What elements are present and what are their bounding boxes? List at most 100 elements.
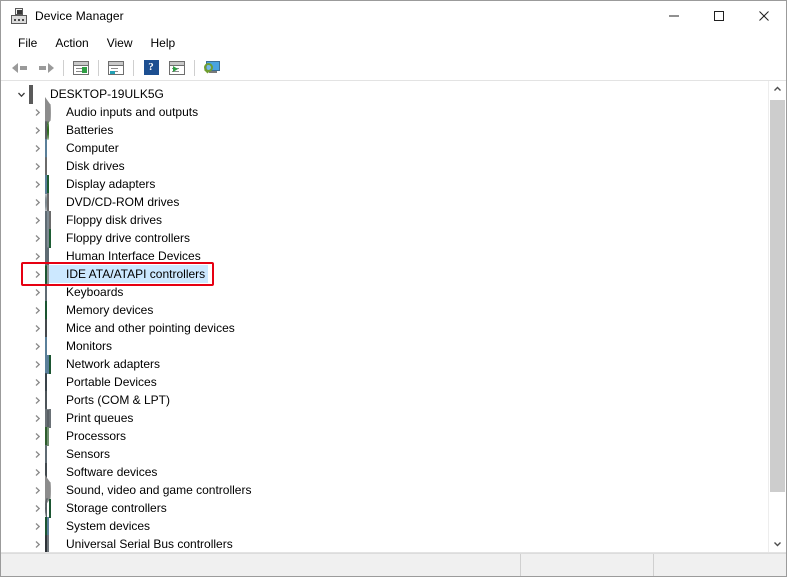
chevron-right-icon[interactable] xyxy=(29,319,45,337)
tree-row-label: Software devices xyxy=(66,465,158,479)
tree-row[interactable]: Audio inputs and outputs xyxy=(1,97,768,128)
tree-row-label: Memory devices xyxy=(66,303,154,317)
keyboard-icon xyxy=(45,283,61,302)
chevron-right-icon[interactable] xyxy=(29,283,45,301)
scroll-up-button[interactable] xyxy=(769,81,786,98)
show-hide-console-tree-button[interactable] xyxy=(103,57,129,79)
network-adapter-icon xyxy=(45,355,61,374)
chevron-right-icon[interactable] xyxy=(29,445,45,463)
tree-row[interactable]: Floppy disk drives xyxy=(1,211,768,230)
port-connector-icon xyxy=(45,391,61,410)
device-tree[interactable]: DESKTOP-19ULK5G Audio inputs and outputs B… xyxy=(1,81,768,552)
properties-button[interactable] xyxy=(68,57,94,79)
tree-row-label: Universal Serial Bus controllers xyxy=(66,537,233,551)
tree-row[interactable]: Computer xyxy=(1,139,768,158)
monitor-icon xyxy=(45,337,61,356)
chevron-right-icon[interactable] xyxy=(29,337,45,355)
chevron-right-icon[interactable] xyxy=(29,481,45,499)
back-button[interactable] xyxy=(7,57,33,79)
tree-row[interactable]: System devices xyxy=(1,517,768,536)
chevron-right-icon[interactable] xyxy=(29,121,45,139)
tree-row[interactable]: Batteries xyxy=(1,121,768,140)
usb-icon xyxy=(45,535,61,552)
scroll-track[interactable] xyxy=(769,98,786,535)
chevron-right-icon[interactable] xyxy=(29,103,45,121)
chevron-right-icon[interactable] xyxy=(29,427,45,445)
tree-row[interactable]: Storage controllers xyxy=(1,498,768,519)
scroll-thumb[interactable] xyxy=(770,100,785,492)
chevron-right-icon[interactable] xyxy=(29,409,45,427)
properties-window-icon xyxy=(73,60,89,75)
tree-row[interactable]: Display adapters xyxy=(1,175,768,194)
tree-row[interactable]: Monitors xyxy=(1,337,768,356)
menu-view[interactable]: View xyxy=(98,33,142,54)
tree-row[interactable]: DVD/CD-ROM drives xyxy=(1,193,768,212)
tree-row[interactable]: Mice and other pointing devices xyxy=(1,319,768,338)
chevron-right-icon[interactable] xyxy=(29,355,45,373)
tree-row[interactable]: IDE ATA/ATAPI controllers xyxy=(1,265,768,284)
scroll-down-button[interactable] xyxy=(769,535,786,552)
tree-row[interactable]: Human Interface Devices xyxy=(1,247,768,266)
maximize-button[interactable] xyxy=(696,1,741,30)
status-bar xyxy=(1,553,786,576)
menu-file[interactable]: File xyxy=(9,33,46,54)
tree-row[interactable]: Disk drives xyxy=(1,157,768,176)
tree-row[interactable]: Memory devices xyxy=(1,301,768,320)
toolbar-separator-2 xyxy=(98,59,99,76)
scan-for-hardware-changes-button[interactable] xyxy=(199,57,225,79)
chevron-right-icon[interactable] xyxy=(29,157,45,175)
chevron-right-icon[interactable] xyxy=(29,373,45,391)
tree-row[interactable]: Keyboards xyxy=(1,283,768,302)
tree-row-label: System devices xyxy=(66,519,151,533)
tree-row[interactable]: Processors xyxy=(1,427,768,446)
ide-controller-icon xyxy=(45,265,61,284)
chevron-right-icon[interactable] xyxy=(29,535,45,552)
help-button[interactable]: ? xyxy=(138,57,164,79)
tree-row-label: DESKTOP-19ULK5G xyxy=(50,87,164,101)
chevron-right-icon[interactable] xyxy=(29,247,45,265)
tree-row[interactable]: Sensors xyxy=(1,445,768,464)
forward-button[interactable] xyxy=(33,57,59,79)
disk-drive-icon xyxy=(45,157,61,176)
tree-row-label: Network adapters xyxy=(66,357,161,371)
mouse-icon xyxy=(45,319,61,338)
tree-row[interactable]: Floppy drive controllers xyxy=(1,229,768,248)
floppy-disk-icon xyxy=(45,211,61,230)
tree-row-root[interactable]: DESKTOP-19ULK5G xyxy=(1,85,768,104)
tree-row-label: Ports (COM & LPT) xyxy=(66,393,171,407)
update-driver-button[interactable] xyxy=(164,57,190,79)
tree-row[interactable]: Universal Serial Bus controllers xyxy=(1,535,768,552)
toolbar: ? xyxy=(1,55,786,81)
chevron-right-icon[interactable] xyxy=(29,391,45,409)
chevron-right-icon[interactable] xyxy=(29,139,45,157)
chevron-down-icon[interactable] xyxy=(13,85,29,103)
chevron-right-icon[interactable] xyxy=(29,193,45,211)
tree-row[interactable]: Ports (COM & LPT) xyxy=(1,391,768,410)
close-button[interactable] xyxy=(741,1,786,30)
chevron-right-icon[interactable] xyxy=(29,211,45,229)
chevron-right-icon[interactable] xyxy=(29,229,45,247)
tree-row-label: Monitors xyxy=(66,339,113,353)
chevron-right-icon[interactable] xyxy=(29,499,45,517)
menu-bar: File Action View Help xyxy=(1,31,786,55)
menu-action[interactable]: Action xyxy=(46,33,97,54)
monitor-icon xyxy=(45,139,61,158)
memory-module-icon xyxy=(45,301,61,320)
cpu-icon xyxy=(45,427,61,446)
tree-row[interactable]: Software devices xyxy=(1,463,768,482)
status-pane-three xyxy=(653,554,786,576)
back-arrow-icon xyxy=(12,61,28,75)
chevron-right-icon[interactable] xyxy=(29,301,45,319)
tree-row-label: Floppy disk drives xyxy=(66,213,163,227)
chevron-right-icon[interactable] xyxy=(29,463,45,481)
minimize-button[interactable] xyxy=(651,1,696,30)
chevron-right-icon[interactable] xyxy=(29,517,45,535)
tree-row[interactable]: Network adapters xyxy=(1,355,768,374)
tree-row[interactable]: Print queues xyxy=(1,409,768,428)
chevron-right-icon[interactable] xyxy=(29,265,45,283)
vertical-scrollbar[interactable] xyxy=(768,81,786,552)
chevron-right-icon[interactable] xyxy=(29,175,45,193)
tree-row[interactable]: Portable Devices xyxy=(1,373,768,392)
tree-row[interactable]: Sound, video and game controllers xyxy=(1,475,768,506)
menu-help[interactable]: Help xyxy=(142,33,185,54)
